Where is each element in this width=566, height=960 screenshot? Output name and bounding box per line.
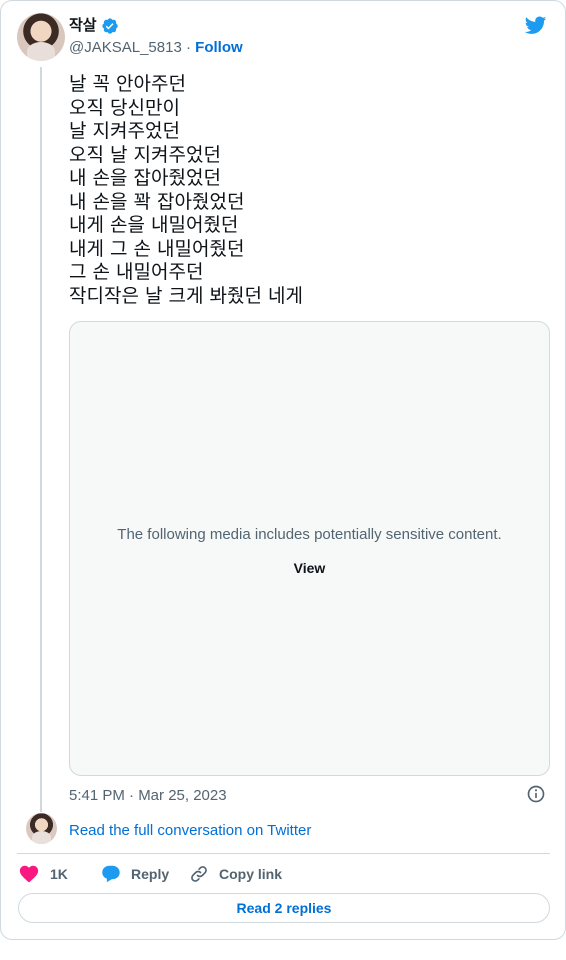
heart-icon — [19, 865, 39, 883]
info-icon[interactable] — [526, 784, 546, 804]
handle-separator: · — [185, 39, 191, 56]
tweet-embed-card: 작살 @JAKSAL_5813 · Follow 날 꼭 안아주던 오직 당신만… — [0, 0, 566, 940]
author-handle-row: @JAKSAL_5813 · Follow — [69, 38, 243, 57]
copy-link-button[interactable]: Copy link — [189, 863, 299, 885]
read-full-conversation-link[interactable]: Read the full conversation on Twitter — [69, 821, 311, 840]
tweet-text: 날 꼭 안아주던 오직 당신만이 날 지켜주었던 오직 날 지켜주었던 내 손을… — [69, 73, 539, 308]
thread-line — [40, 67, 42, 812]
actions-divider — [17, 853, 550, 854]
tweet-line: 오직 날 지켜주었던 — [69, 143, 221, 166]
tweet-line: 내게 손을 내밀어줬던 — [69, 214, 239, 236]
sensitive-warning-text: The following media includes potentially… — [117, 526, 502, 543]
like-button[interactable]: 1K — [18, 863, 100, 885]
author-display-name[interactable]: 작살 — [69, 16, 97, 35]
tweet-line: 날 지켜주었던 — [69, 120, 180, 142]
like-count: 1K — [50, 866, 68, 882]
author-avatar[interactable] — [17, 13, 65, 61]
copy-link-label: Copy link — [219, 866, 283, 882]
conversation-avatar[interactable] — [26, 813, 57, 844]
tweet-line: 그 손 내밀어주던 — [69, 261, 204, 283]
reply-button[interactable]: Reply — [100, 863, 178, 885]
tweet-line: 내 손을 꽉 잡아줬었던 — [69, 190, 245, 213]
tweet-line: 날 꼭 안아주던 — [69, 73, 186, 95]
tweet-line: 내 손을 잡아줬었던 — [69, 167, 221, 189]
tweet-line: 오직 당신만이 — [69, 96, 180, 119]
author-handle[interactable]: @JAKSAL_5813 — [69, 39, 182, 56]
link-icon — [191, 866, 207, 882]
action-bar: 1K Reply Copy link — [18, 863, 299, 885]
tweet-timestamp[interactable]: 5:41 PM · Mar 25, 2023 — [69, 786, 227, 805]
reply-label: Reply — [131, 866, 170, 882]
view-media-button[interactable]: View — [70, 559, 549, 577]
verified-badge-icon — [101, 17, 119, 35]
reply-bubble-icon — [102, 865, 120, 883]
read-replies-button[interactable]: Read 2 replies — [18, 893, 550, 923]
follow-button[interactable]: Follow — [195, 39, 243, 56]
tweet-line: 내게 그 손 내밀어줬던 — [69, 237, 245, 260]
twitter-bird-icon[interactable] — [523, 14, 548, 36]
author-name-row[interactable]: 작살 — [69, 16, 119, 35]
sensitive-media-placeholder[interactable]: The following media includes potentially… — [69, 321, 550, 776]
tweet-line: 작디작은 날 크게 봐줬던 네게 — [69, 284, 303, 307]
